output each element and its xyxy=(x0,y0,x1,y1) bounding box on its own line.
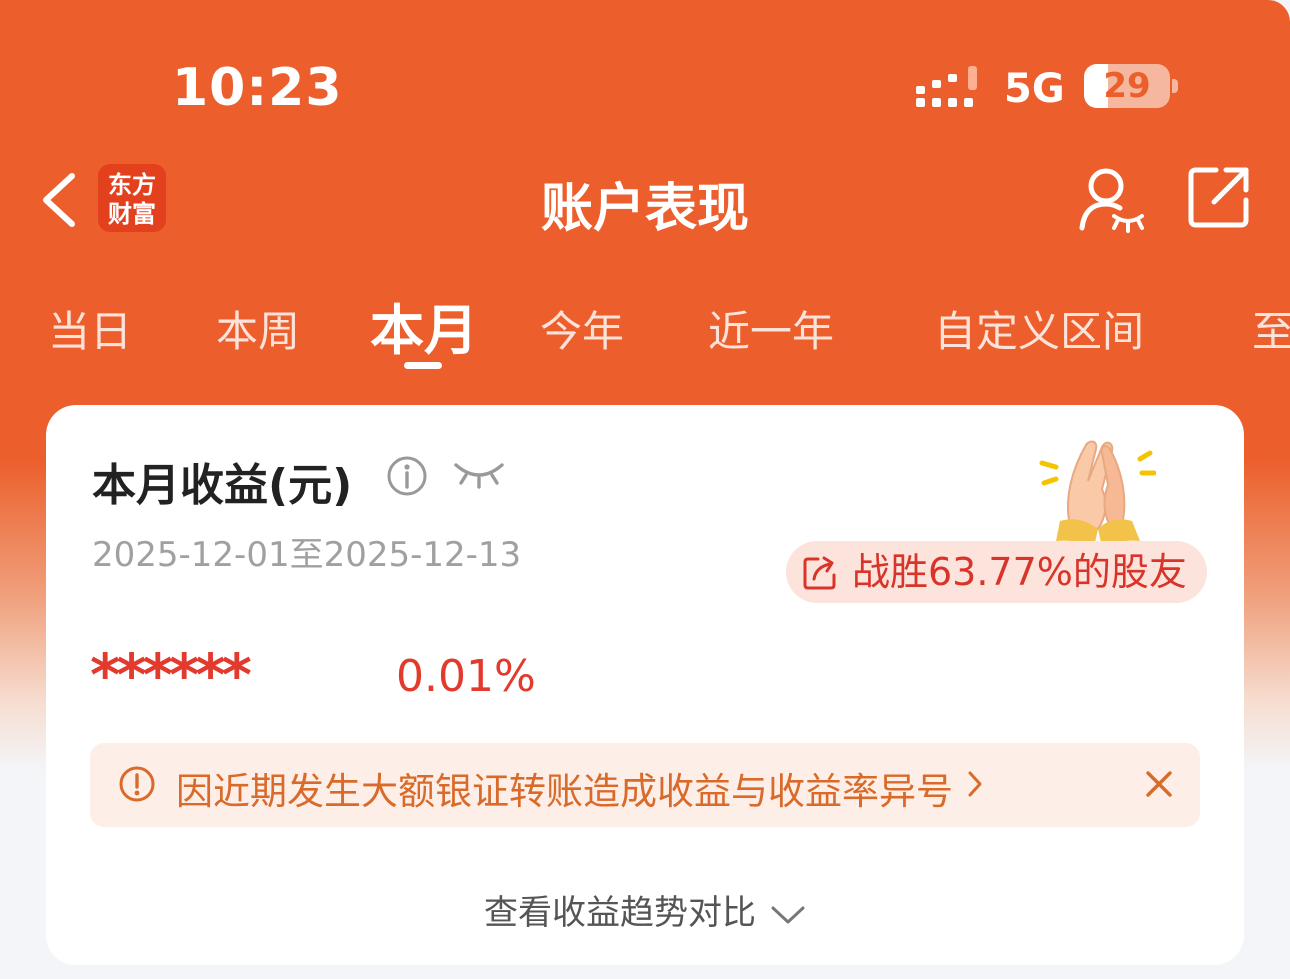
share-icon[interactable] xyxy=(1186,164,1252,230)
tab-this-week[interactable]: 本周 xyxy=(216,298,300,359)
network-label: 5G xyxy=(1004,66,1065,112)
info-icon[interactable] xyxy=(386,455,428,497)
status-time: 10:23 xyxy=(172,58,343,118)
close-icon[interactable] xyxy=(1142,767,1176,801)
active-tab-indicator xyxy=(404,362,442,369)
notice-text: 因近期发生大额银证转账造成收益与收益率异号 xyxy=(176,770,953,813)
user-eye-icon[interactable] xyxy=(1076,164,1146,234)
tab-partial[interactable]: 至 xyxy=(1252,298,1290,359)
tab-last-year[interactable]: 近一年 xyxy=(708,298,834,359)
date-range: 2025-12-01至2025-12-13 xyxy=(92,535,522,575)
tab-this-year[interactable]: 今年 xyxy=(540,298,624,359)
monthly-profit-card: 本月收益(元) 2025-12-01至2025-12-13 战胜63.77%的股… xyxy=(46,405,1244,965)
trend-compare-link[interactable]: 查看收益趋势对比 xyxy=(46,885,1244,934)
tab-today[interactable]: 当日 xyxy=(48,298,132,359)
card-title: 本月收益(元) xyxy=(92,460,353,511)
clapping-hands-icon xyxy=(1039,440,1156,547)
battery-level: 29 xyxy=(1103,66,1151,106)
warning-icon xyxy=(119,766,155,802)
beat-text: 战胜63.77%的股友 xyxy=(852,550,1187,594)
battery-tip xyxy=(1172,79,1178,93)
return-percent: 0.01% xyxy=(396,651,536,702)
chevron-down-icon xyxy=(771,906,805,923)
beat-percentile-badge[interactable]: 战胜63.77%的股友 xyxy=(786,541,1207,603)
tab-this-month[interactable]: 本月 xyxy=(370,286,478,365)
share-out-icon xyxy=(803,556,836,590)
signal-icon xyxy=(916,66,977,107)
tab-custom-range[interactable]: 自定义区间 xyxy=(934,298,1144,359)
masked-amount: ****** xyxy=(90,641,252,709)
eye-closed-icon[interactable] xyxy=(452,459,506,489)
battery-icon: 29 xyxy=(1084,64,1170,108)
notice-banner[interactable]: 因近期发生大额银证转账造成收益与收益率异号 xyxy=(90,743,1200,827)
trend-compare-label: 查看收益趋势对比 xyxy=(484,893,756,933)
period-tabs: 当日 本周 本月 今年 近一年 自定义区间 至 xyxy=(0,290,1290,380)
chevron-right-icon xyxy=(968,771,982,797)
